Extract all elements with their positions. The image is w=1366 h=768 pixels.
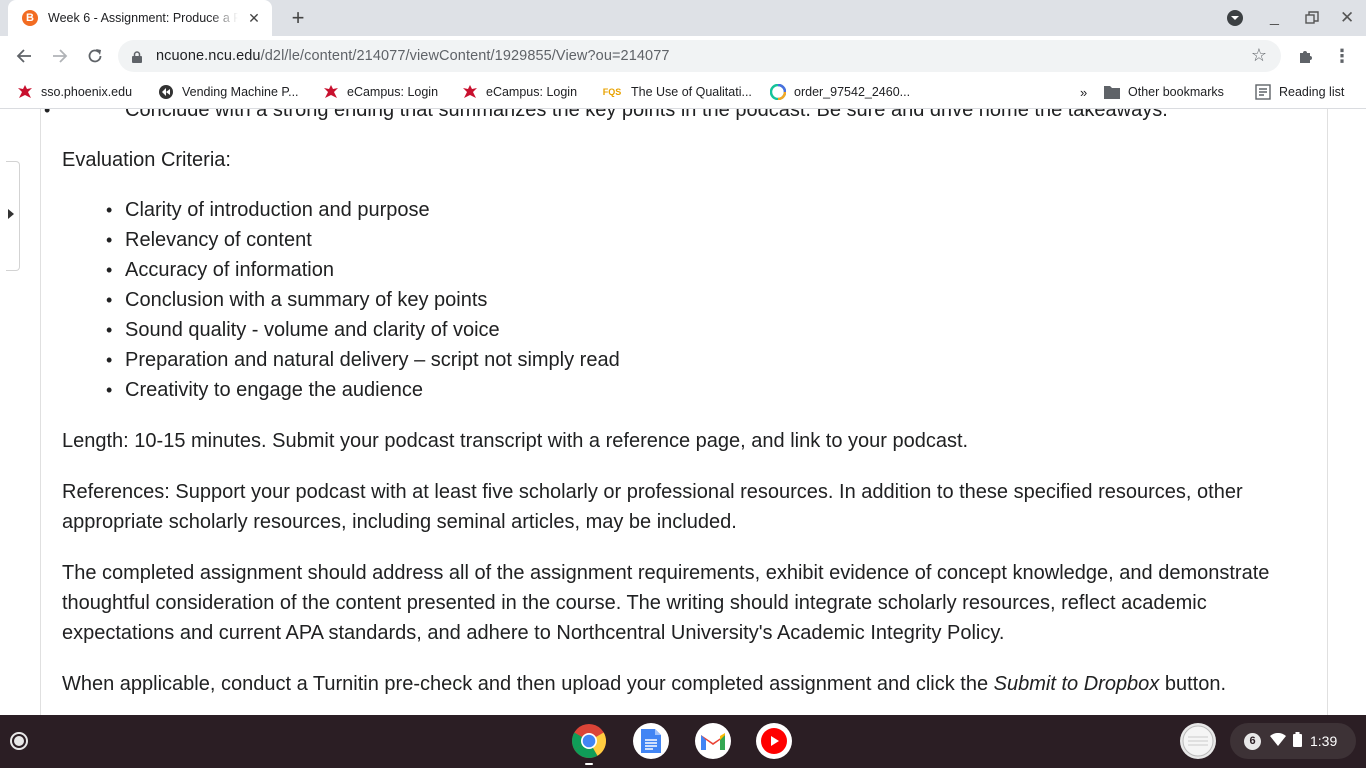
bookmark-item[interactable]: sso.phoenix.edu <box>17 76 132 108</box>
page-viewport: • Conclude with a strong ending that sum… <box>0 109 1366 715</box>
bookmark-label: The Use of Qualitati... <box>631 85 752 99</box>
expand-arrow-icon <box>8 209 14 219</box>
completed-assignment-paragraph: The completed assignment should address … <box>62 562 1270 644</box>
list-item: Conclusion with a summary of key points <box>62 285 620 315</box>
phoenix-icon <box>17 84 33 100</box>
bookmark-label: eCampus: Login <box>486 85 578 99</box>
restore-icon[interactable] <box>1305 0 1319 36</box>
notification-count-badge: 6 <box>1244 732 1261 750</box>
brightspace-favicon-icon: B <box>22 10 38 26</box>
menu-kebab-icon[interactable]: ⋮ <box>1330 44 1354 68</box>
wifi-icon <box>1270 732 1286 750</box>
close-tab-icon[interactable]: ✕ <box>246 10 262 27</box>
active-app-indicator <box>585 763 593 765</box>
clipped-text: Conclude with a strong ending that summa… <box>125 109 1168 121</box>
list-item: Sound quality - volume and clarity of vo… <box>62 315 620 345</box>
lock-icon[interactable] <box>132 50 142 63</box>
tab-title: Week 6 - Assignment: Produce a Podcast <box>48 11 238 25</box>
docs-icon[interactable] <box>633 723 669 759</box>
list-item: Creativity to engage the audience <box>62 375 620 405</box>
clock-time: 1:39 <box>1310 733 1338 749</box>
status-tray[interactable]: 6 1:39 <box>1230 723 1356 759</box>
tab-search-icon[interactable] <box>1226 0 1244 36</box>
bookmark-star-icon[interactable]: ☆ <box>1251 45 1267 66</box>
avatar[interactable] <box>1180 723 1216 759</box>
new-tab-icon[interactable]: + <box>286 5 310 31</box>
list-item: Clarity of introduction and purpose <box>62 195 620 225</box>
submit-to-dropbox-emphasis: Submit to Dropbox <box>993 673 1160 695</box>
extensions-icon[interactable] <box>1294 44 1318 68</box>
length-paragraph: Length: 10-15 minutes. Submit your podca… <box>62 430 969 452</box>
browser-toolbar: ncuone.ncu.edu/d2l/le/content/214077/vie… <box>0 36 1366 76</box>
list-item: Preparation and natural delivery – scrip… <box>62 345 620 375</box>
turnitin-paragraph: When applicable, conduct a Turnitin pre-… <box>62 669 1312 699</box>
phoenix-icon <box>462 84 478 100</box>
url-host: ncuone.ncu.edu <box>156 48 261 64</box>
bookmarks-bar: sso.phoenix.edu Vending Machine P... eCa… <box>0 76 1366 109</box>
vending-icon <box>158 84 174 100</box>
url-path: /d2l/le/content/214077/viewContent/19298… <box>260 48 670 64</box>
bookmark-item[interactable]: Vending Machine P... <box>158 76 299 108</box>
turnitin-text: When applicable, conduct a Turnitin pre-… <box>62 673 994 695</box>
close-window-icon[interactable]: ✕ <box>1340 0 1354 36</box>
launcher-icon[interactable] <box>10 732 28 750</box>
turnitin-text-end: button. <box>1159 673 1227 695</box>
bookmark-label: Vending Machine P... <box>182 85 299 99</box>
minimize-icon[interactable]: _ <box>1270 0 1279 36</box>
bookmark-item[interactable]: eCampus: Login <box>462 76 577 108</box>
list-item: Accuracy of information <box>62 255 620 285</box>
browser-tab[interactable]: B Week 6 - Assignment: Produce a Podcast… <box>8 0 272 36</box>
forward-icon[interactable] <box>48 44 72 68</box>
evaluation-criteria-heading: Evaluation Criteria: <box>62 149 231 171</box>
reading-list[interactable]: Reading list <box>1255 76 1344 108</box>
other-bookmarks-label: Other bookmarks <box>1128 85 1224 99</box>
address-bar[interactable]: ncuone.ncu.edu/d2l/le/content/214077/vie… <box>118 40 1281 72</box>
list-item: Relevancy of content <box>62 225 620 255</box>
chrome-icon[interactable] <box>571 723 607 759</box>
side-panel-toggle[interactable] <box>6 161 20 271</box>
reading-list-label: Reading list <box>1279 85 1345 99</box>
phoenix-icon <box>323 84 339 100</box>
youtube-icon[interactable] <box>756 723 792 759</box>
criteria-list: Clarity of introduction and purpose Rele… <box>62 195 620 405</box>
gmail-icon[interactable] <box>695 723 731 759</box>
clipped-bullet-line: • Conclude with a strong ending that sum… <box>0 109 1168 125</box>
url-text[interactable]: ncuone.ncu.edu/d2l/le/content/214077/vie… <box>156 48 670 64</box>
bullet: • <box>44 109 51 120</box>
bookmark-item[interactable]: eCampus: Login <box>323 76 438 108</box>
reload-icon[interactable] <box>83 44 107 68</box>
fqs-icon: FQS <box>602 87 622 97</box>
back-icon[interactable] <box>12 44 36 68</box>
grammarly-icon <box>770 84 786 100</box>
bookmark-label: sso.phoenix.edu <box>41 85 133 99</box>
folder-icon <box>1104 84 1120 100</box>
battery-icon <box>1293 732 1302 750</box>
more-bookmarks-chevron-icon[interactable]: » <box>1080 76 1087 108</box>
bookmark-item[interactable]: order_97542_2460... <box>770 76 910 108</box>
reading-list-icon <box>1255 84 1271 100</box>
bookmark-label: eCampus: Login <box>347 85 439 99</box>
bookmark-label: order_97542_2460... <box>794 85 911 99</box>
os-shelf: 6 1:39 <box>0 715 1366 768</box>
other-bookmarks[interactable]: Other bookmarks <box>1104 76 1224 108</box>
references-paragraph: References: Support your podcast with at… <box>62 481 1243 533</box>
tab-strip: B Week 6 - Assignment: Produce a Podcast… <box>0 0 1366 36</box>
bookmark-item[interactable]: FQS The Use of Qualitati... <box>601 76 752 108</box>
